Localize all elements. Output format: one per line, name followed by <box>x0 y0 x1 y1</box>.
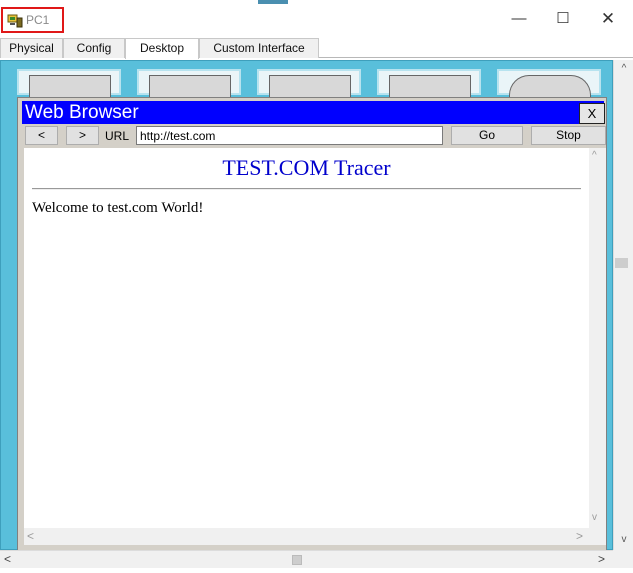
top-accent-bar <box>258 0 288 4</box>
maximize-button[interactable]: ☐ <box>552 8 574 30</box>
page-vertical-scrollbar[interactable]: ^ v <box>589 148 606 528</box>
scroll-left-icon[interactable]: < <box>27 529 34 543</box>
scroll-up-icon[interactable]: ^ <box>592 150 597 161</box>
web-browser-close-button[interactable]: X <box>579 103 605 124</box>
desktop-vertical-scroll-thumb[interactable] <box>615 258 628 268</box>
scroll-right-icon[interactable]: > <box>576 529 583 543</box>
tab-desktop[interactable]: Desktop <box>125 38 199 59</box>
page-heading: TEST.COM Tracer <box>222 155 391 180</box>
page-content: TEST.COM Tracer Welcome to test.com Worl… <box>24 148 589 528</box>
forward-button[interactable]: > <box>66 126 99 145</box>
go-button[interactable]: Go <box>451 126 523 145</box>
close-button[interactable]: ✕ <box>597 8 619 30</box>
url-input[interactable] <box>136 126 443 145</box>
desktop-app-icon[interactable] <box>17 69 121 98</box>
desktop-vertical-scrollbar[interactable]: ^ v <box>613 60 633 550</box>
scroll-left-icon[interactable]: < <box>4 550 11 568</box>
url-label: URL <box>105 129 130 143</box>
web-browser-title: Web Browser <box>25 102 139 123</box>
desktop-background: Web Browser X < > URL Go Stop TEST.COM T… <box>0 60 613 554</box>
desktop-app-icon[interactable] <box>497 69 601 98</box>
desktop-horizontal-scrollbar[interactable] <box>0 550 613 568</box>
desktop-app-icon[interactable] <box>137 69 241 98</box>
tab-custom-interface[interactable]: Custom Interface <box>199 38 319 58</box>
close-icon: ✕ <box>600 9 616 28</box>
tab-bar: Physical Config Desktop Custom Interface <box>0 38 633 59</box>
minimize-button[interactable]: — <box>508 8 530 30</box>
scrollbar-corner <box>589 528 606 545</box>
window-titlebar: PC1 — ☐ ✕ <box>0 0 633 38</box>
horizontal-rule <box>32 188 581 190</box>
desktop-app-icon[interactable] <box>257 69 361 98</box>
stop-button[interactable]: Stop <box>531 126 606 145</box>
scroll-down-icon[interactable]: v <box>618 534 630 545</box>
window-title: PC1 <box>26 13 50 27</box>
web-browser-window: Web Browser X < > URL Go Stop TEST.COM T… <box>17 97 607 553</box>
maximize-icon: ☐ <box>556 10 570 27</box>
scroll-right-icon[interactable]: > <box>598 550 605 568</box>
scroll-up-icon[interactable]: ^ <box>618 63 630 74</box>
pc-icon <box>7 14 23 28</box>
desktop-app-icon[interactable] <box>377 69 481 98</box>
scroll-down-icon[interactable]: v <box>592 512 597 523</box>
pc-title-highlight: PC1 <box>1 7 64 33</box>
tab-physical[interactable]: Physical <box>0 38 63 58</box>
page-body-text: Welcome to test.com World! <box>32 200 204 216</box>
page-horizontal-scrollbar[interactable]: < > <box>24 528 589 545</box>
desktop-horizontal-scroll-thumb[interactable] <box>292 555 302 565</box>
tab-config[interactable]: Config <box>63 38 125 58</box>
web-browser-titlebar: Web Browser X <box>22 101 605 124</box>
minimize-icon: — <box>511 10 527 27</box>
back-button[interactable]: < <box>25 126 58 145</box>
scrollbar-corner <box>613 550 633 568</box>
desktop-area: Web Browser X < > URL Go Stop TEST.COM T… <box>0 58 633 573</box>
